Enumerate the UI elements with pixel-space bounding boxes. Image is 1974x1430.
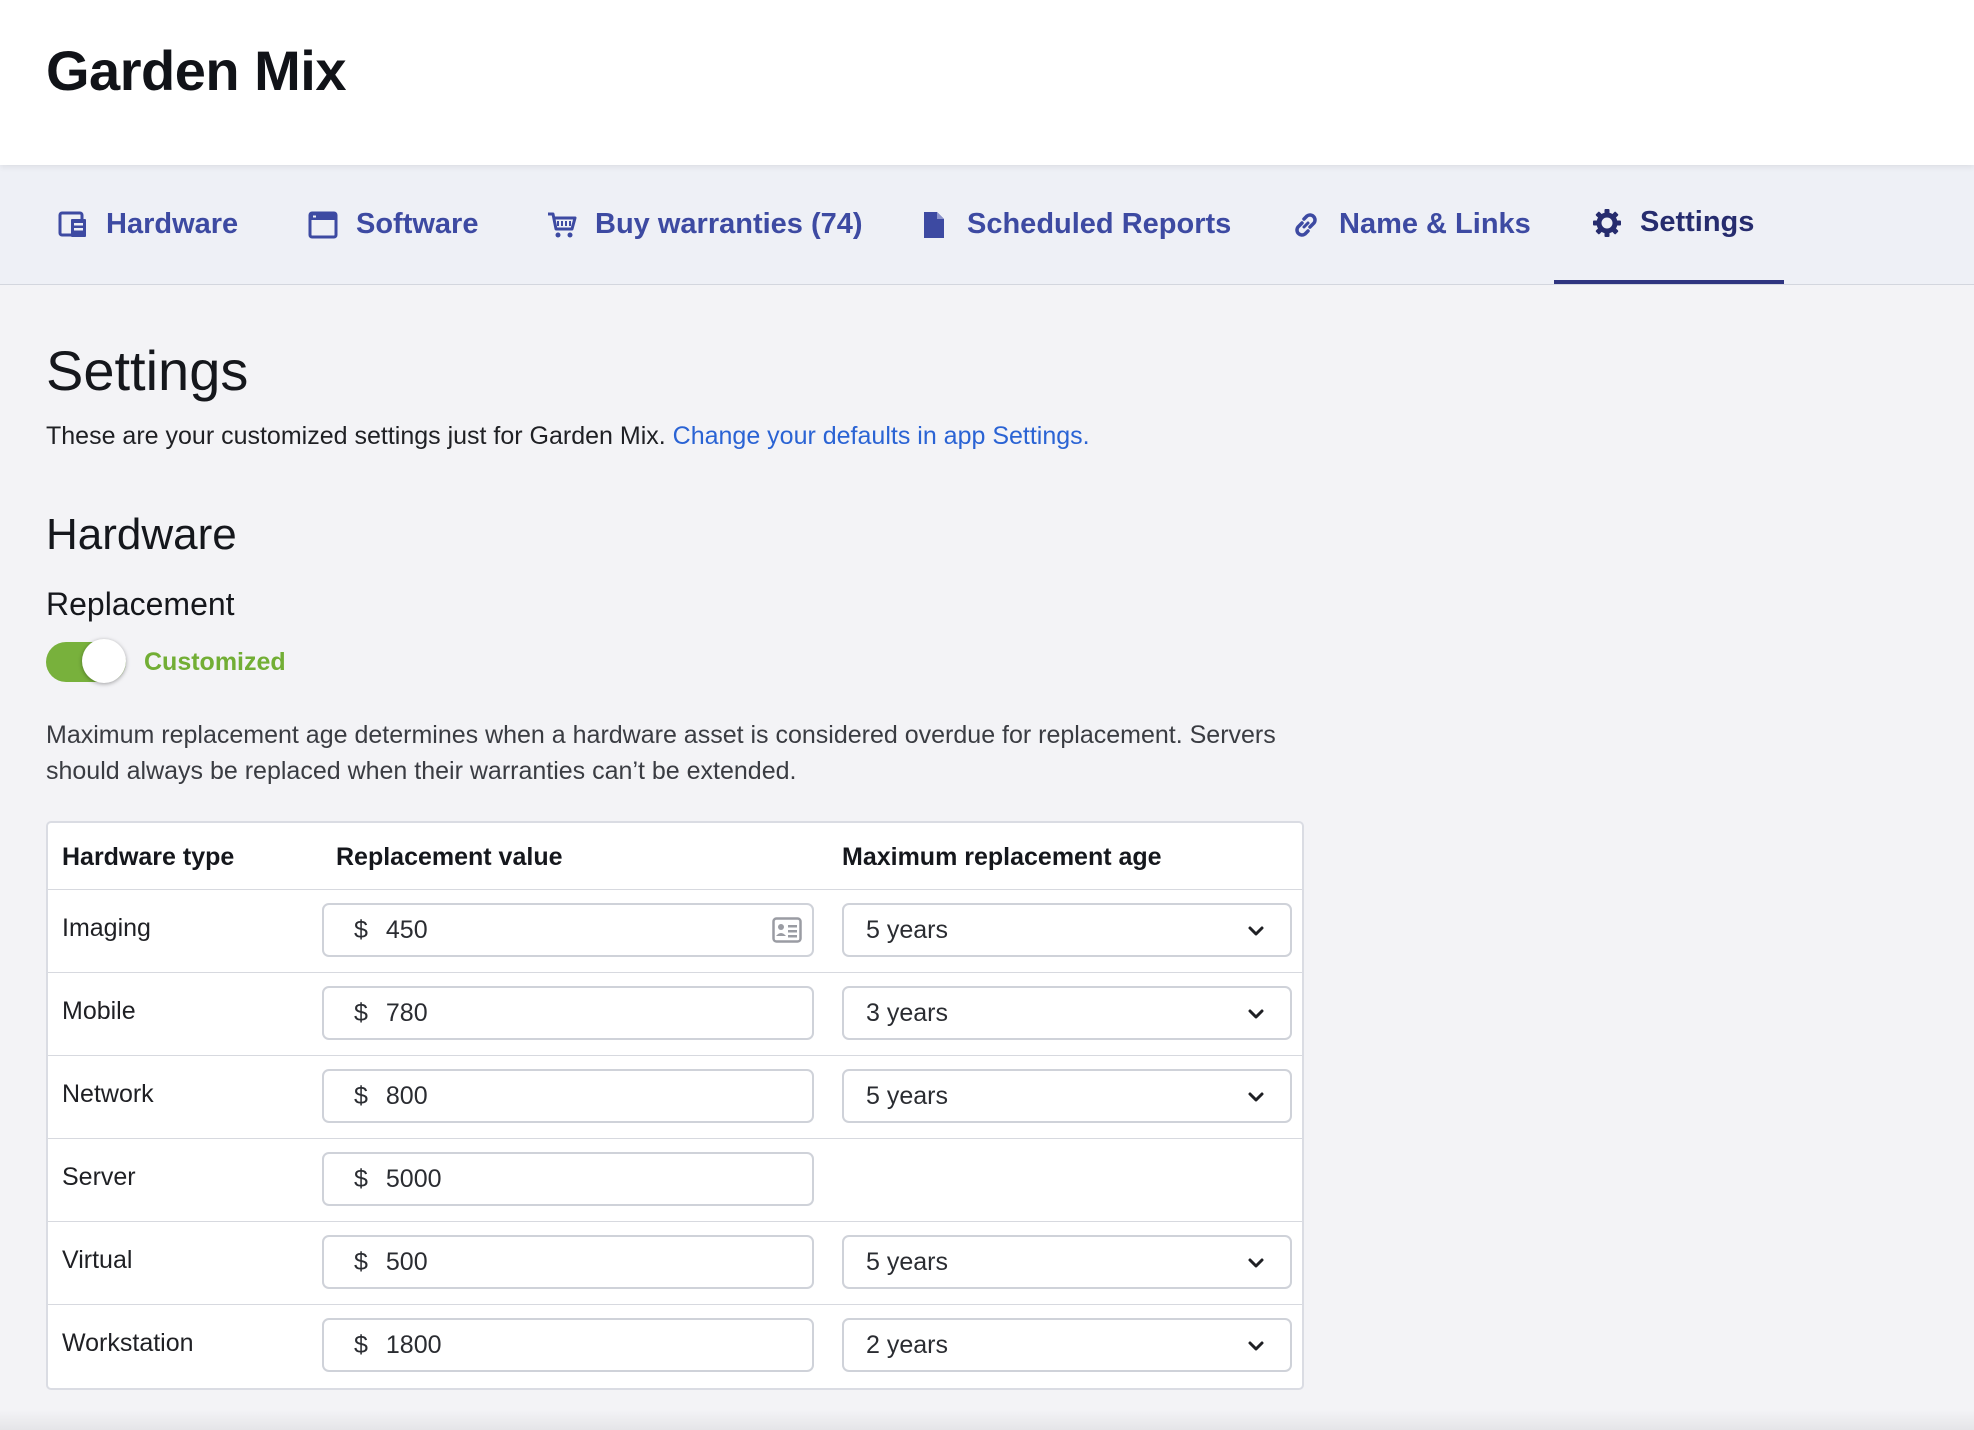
table-row: Workstation $ 1800 2 years: [48, 1305, 1302, 1388]
selected-age: 2 years: [866, 1330, 948, 1359]
replacement-value: 5000: [385, 1164, 442, 1193]
tab-label: Software: [356, 208, 479, 240]
tab-label: Buy warranties (74): [595, 208, 863, 240]
tab-software[interactable]: Software: [306, 165, 478, 284]
hardware-type-cell: Virtual: [62, 1246, 133, 1274]
app-title: Garden Mix: [46, 39, 346, 102]
max-age-select[interactable]: 5 years: [842, 903, 1292, 957]
table-row: Virtual $ 500 5 years: [48, 1222, 1302, 1305]
column-header-hardware-type: Hardware type: [62, 843, 235, 871]
chevron-down-icon: [1248, 1258, 1264, 1268]
tab-label: Settings: [1640, 206, 1755, 238]
hardware-type-cell: Workstation: [62, 1329, 194, 1357]
contact-card-icon[interactable]: [772, 917, 802, 943]
replacement-value: 500: [385, 1247, 428, 1276]
replacement-value-input[interactable]: $ 800: [322, 1069, 814, 1123]
tab-bar: Hardware Software Buy warranties (74) Sc…: [0, 165, 1974, 285]
tab-label: Hardware: [106, 208, 239, 240]
hardware-type-cell: Imaging: [62, 914, 151, 942]
hardware-type-cell: Network: [62, 1080, 154, 1108]
intro-sentence: These are your customized settings just …: [46, 422, 666, 450]
tab-hardware[interactable]: Hardware: [56, 165, 238, 284]
intro-text: These are your customized settings just …: [46, 422, 1090, 451]
max-age-select[interactable]: 3 years: [842, 986, 1292, 1040]
replacement-value-input[interactable]: $ 1800: [322, 1318, 814, 1372]
bottom-fade: [0, 1410, 1974, 1430]
hardware-replacement-table: Hardware type Replacement value Maximum …: [46, 821, 1304, 1390]
tab-name-links[interactable]: Name & Links: [1289, 165, 1531, 284]
app-header: Garden Mix: [0, 0, 1974, 165]
cart-icon: [545, 208, 579, 242]
tab-buy-warranties[interactable]: Buy warranties (74): [545, 165, 863, 284]
chevron-down-icon: [1248, 1341, 1264, 1351]
page-title: Settings: [46, 339, 249, 402]
replacement-value: 450: [385, 915, 428, 944]
replacement-value: 800: [385, 1081, 428, 1110]
currency-symbol: $: [354, 1081, 368, 1110]
table-row: Network $ 800 5 years: [48, 1056, 1302, 1139]
selected-age: 5 years: [866, 1081, 948, 1110]
replacement-value: 780: [385, 998, 428, 1027]
column-header-replacement-value: Replacement value: [336, 843, 563, 871]
replacement-value-input[interactable]: $ 780: [322, 986, 814, 1040]
app-settings-link[interactable]: Change your defaults in app Settings.: [673, 422, 1090, 450]
hardware-icon: [56, 208, 90, 242]
hardware-section-heading: Hardware: [46, 510, 237, 559]
replacement-description: Maximum replacement age determines when …: [46, 721, 1276, 785]
currency-symbol: $: [354, 1247, 368, 1276]
selected-age: 3 years: [866, 998, 948, 1027]
link-icon: [1289, 208, 1323, 242]
currency-symbol: $: [354, 1330, 368, 1359]
selected-age: 5 years: [866, 915, 948, 944]
replacement-value: 1800: [385, 1330, 442, 1359]
max-age-select[interactable]: 5 years: [842, 1069, 1292, 1123]
document-icon: [917, 208, 951, 242]
max-age-select[interactable]: 5 years: [842, 1235, 1292, 1289]
tab-label: Scheduled Reports: [967, 208, 1232, 240]
replacement-value-input[interactable]: $ 500: [322, 1235, 814, 1289]
hardware-type-cell: Mobile: [62, 997, 136, 1025]
tab-label: Name & Links: [1339, 208, 1531, 240]
chevron-down-icon: [1248, 1009, 1264, 1019]
hardware-type-cell: Server: [62, 1163, 136, 1191]
chevron-down-icon: [1248, 926, 1264, 936]
customized-toggle[interactable]: [46, 639, 126, 683]
toggle-knob: [82, 639, 126, 683]
tab-scheduled-reports[interactable]: Scheduled Reports: [917, 165, 1231, 284]
column-header-max-age: Maximum replacement age: [842, 843, 1162, 871]
toggle-label: Customized: [144, 647, 286, 676]
chevron-down-icon: [1248, 1092, 1264, 1102]
max-age-select[interactable]: 2 years: [842, 1318, 1292, 1372]
gear-icon: [1590, 206, 1624, 240]
table-header: Hardware type Replacement value Maximum …: [48, 823, 1302, 890]
replacement-heading: Replacement: [46, 586, 235, 622]
replacement-value-input[interactable]: $ 450: [322, 903, 814, 957]
customized-toggle-row: Customized: [46, 639, 286, 683]
table-row: Server $ 5000: [48, 1139, 1302, 1222]
currency-symbol: $: [354, 1164, 368, 1193]
table-row: Imaging $ 450 5 years: [48, 890, 1302, 973]
currency-symbol: $: [354, 998, 368, 1027]
selected-age: 5 years: [866, 1247, 948, 1276]
currency-symbol: $: [354, 915, 368, 944]
replacement-value-input[interactable]: $ 5000: [322, 1152, 814, 1206]
software-window-icon: [306, 208, 340, 242]
table-row: Mobile $ 780 3 years: [48, 973, 1302, 1056]
tab-settings[interactable]: Settings: [1554, 165, 1784, 284]
